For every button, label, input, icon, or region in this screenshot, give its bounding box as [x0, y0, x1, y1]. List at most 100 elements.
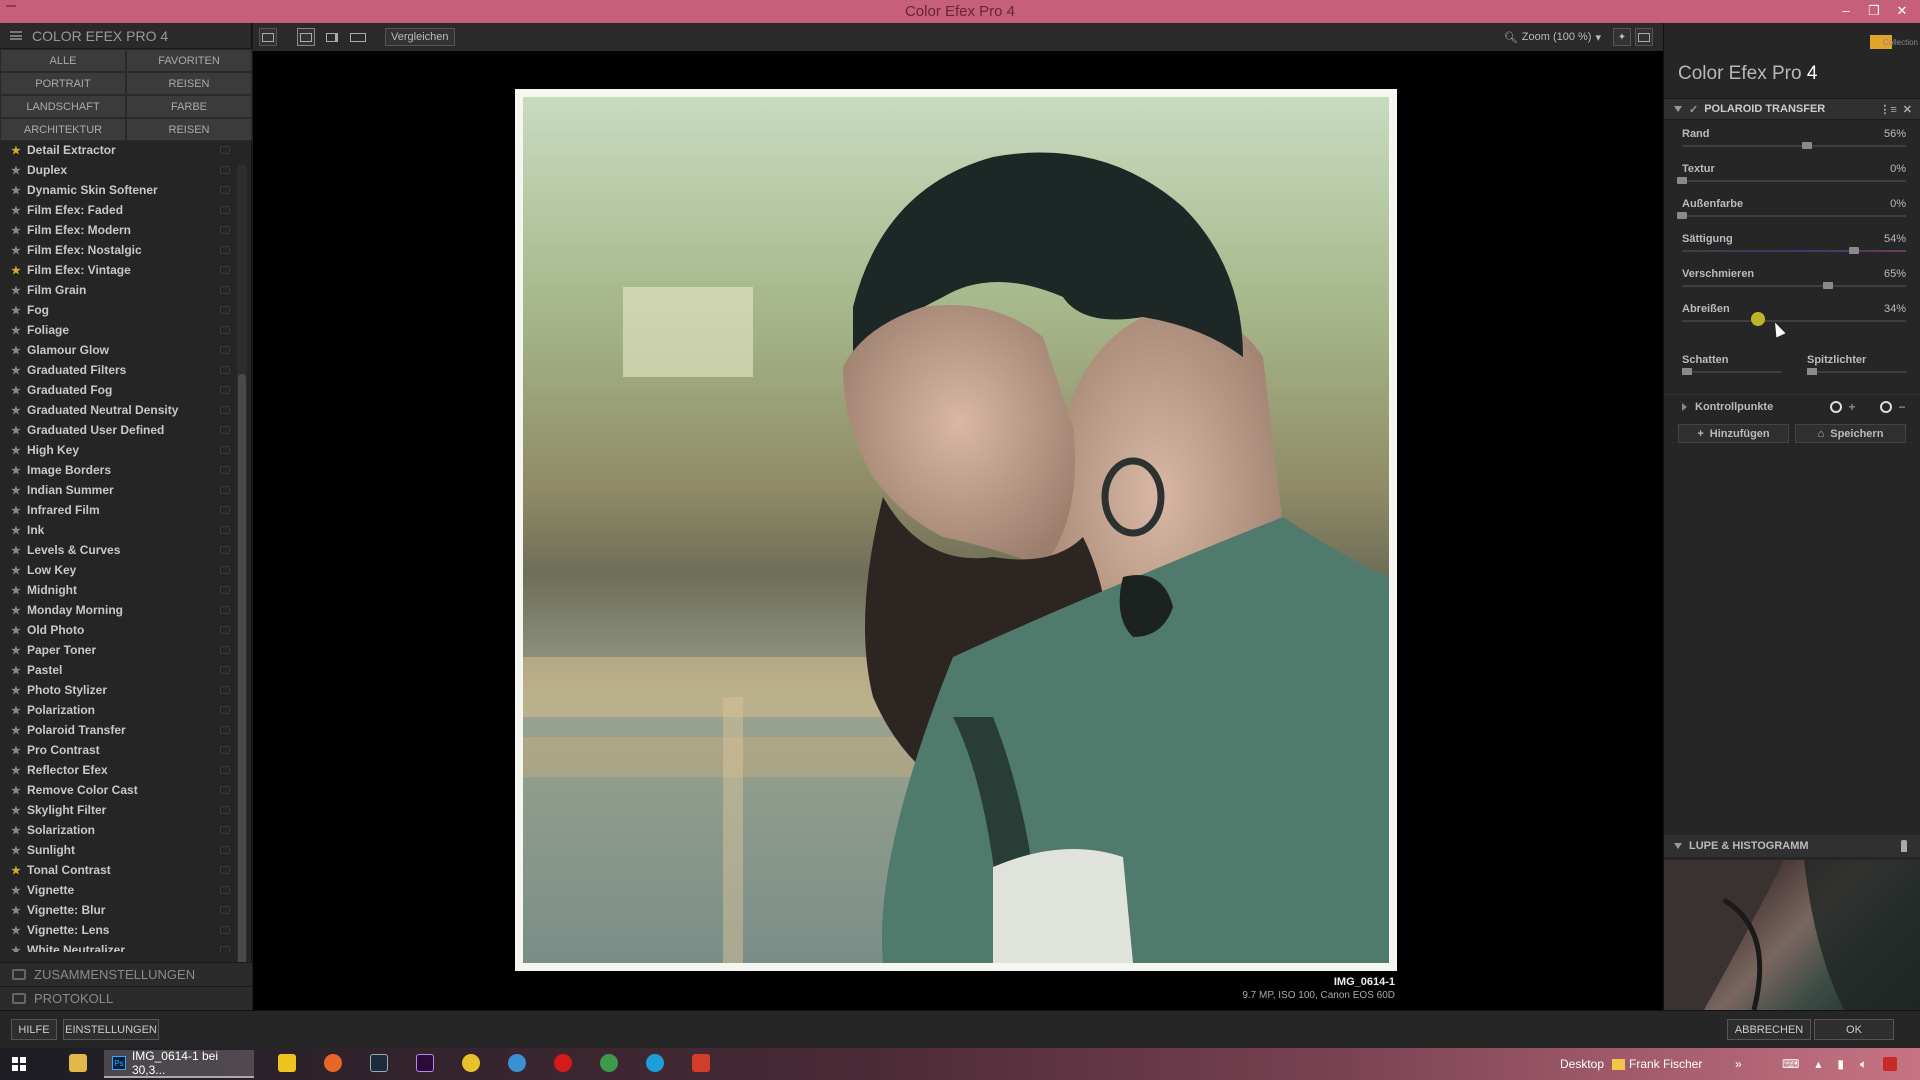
volume-icon[interactable]: 🔈︎ [1860, 1057, 1867, 1072]
star-icon[interactable]: ★ [11, 764, 23, 777]
star-icon[interactable]: ★ [11, 564, 23, 577]
menu-icon[interactable] [10, 31, 22, 40]
start-icon[interactable] [12, 1057, 26, 1071]
filter-item[interactable]: ★ High Key [0, 440, 236, 460]
minus-icon[interactable]: − [1896, 400, 1908, 414]
desktop-toolbar[interactable]: Desktop [1560, 1048, 1604, 1080]
slider-handle[interactable] [1677, 177, 1687, 184]
star-icon[interactable]: ★ [11, 684, 23, 697]
expand-icon[interactable] [1682, 402, 1687, 411]
filter-item[interactable]: ★ Midnight [0, 580, 236, 600]
category-tab[interactable]: FARBE [126, 95, 252, 118]
star-icon[interactable]: ★ [11, 284, 23, 297]
star-icon[interactable]: ★ [11, 844, 23, 857]
plus-icon[interactable]: + [1846, 400, 1858, 414]
preset-hint-icon[interactable] [220, 846, 230, 854]
file-explorer-icon[interactable] [69, 1054, 87, 1072]
star-icon[interactable]: ★ [11, 424, 23, 437]
preset-hint-icon[interactable] [220, 566, 230, 574]
background-toggle-button[interactable] [1635, 28, 1653, 46]
collapse-icon[interactable] [1674, 843, 1682, 849]
category-tab[interactable]: ALLE [0, 49, 126, 72]
filter-item[interactable]: ★ Indian Summer [0, 480, 236, 500]
star-icon[interactable]: ★ [11, 624, 23, 637]
filter-item[interactable]: ★ Tonal Contrast [0, 860, 236, 880]
settings-button[interactable]: EINSTELLUNGEN [63, 1019, 159, 1040]
preset-hint-icon[interactable] [220, 426, 230, 434]
lightroom-icon[interactable] [370, 1054, 388, 1072]
loupe-view[interactable] [1664, 860, 1920, 1010]
star-icon[interactable]: ★ [11, 604, 23, 617]
star-icon[interactable]: ★ [11, 484, 23, 497]
star-icon[interactable]: ★ [11, 144, 23, 157]
filter-item[interactable]: ★ Pro Contrast [0, 740, 236, 760]
taskbar-photoshop-task[interactable]: Ps IMG_0614-1 bei 30,3... [104, 1049, 254, 1078]
network-icon[interactable]: ▮ [1837, 1057, 1844, 1071]
star-icon[interactable]: ★ [11, 924, 23, 937]
category-tab[interactable]: FAVORITEN [126, 49, 252, 72]
toggle-panel-button[interactable] [259, 28, 277, 46]
filter-item[interactable]: ★ Sunlight [0, 840, 236, 860]
preset-hint-icon[interactable] [220, 206, 230, 214]
star-icon[interactable]: ★ [11, 904, 23, 917]
preset-hint-icon[interactable] [220, 266, 230, 274]
filter-item[interactable]: ★ Graduated Neutral Density [0, 400, 236, 420]
preset-hint-icon[interactable] [220, 686, 230, 694]
star-icon[interactable]: ★ [11, 744, 23, 757]
filter-item[interactable]: ★ Vignette [0, 880, 236, 900]
filter-item[interactable]: ★ Film Grain [0, 280, 236, 300]
category-tab[interactable]: PORTRAIT [0, 72, 126, 95]
star-icon[interactable]: ★ [11, 464, 23, 477]
close-icon[interactable]: ✕ [1888, 0, 1916, 22]
preset-hint-icon[interactable] [220, 906, 230, 914]
star-icon[interactable]: ★ [11, 584, 23, 597]
preset-hint-icon[interactable] [220, 706, 230, 714]
minimize-icon[interactable]: – [1832, 0, 1860, 22]
filter-item[interactable]: ★ Polarization [0, 700, 236, 720]
help-button[interactable]: HILFE [11, 1019, 57, 1040]
system-menu-icon[interactable] [6, 5, 16, 11]
preset-hint-icon[interactable] [220, 166, 230, 174]
app-icon-2[interactable] [462, 1054, 480, 1072]
side-by-side-button[interactable] [349, 28, 367, 46]
filter-item[interactable]: ★ Film Efex: Nostalgic [0, 240, 236, 260]
param-slider[interactable] [1677, 212, 1906, 219]
loupe-histogram-header[interactable]: LUPE & HISTOGRAMM [1664, 835, 1920, 857]
preset-hint-icon[interactable] [220, 806, 230, 814]
star-icon[interactable]: ★ [11, 664, 23, 677]
preset-hint-icon[interactable] [220, 506, 230, 514]
filter-item[interactable]: ★ Skylight Filter [0, 800, 236, 820]
star-icon[interactable]: ★ [11, 884, 23, 897]
filter-item[interactable]: ★ Remove Color Cast [0, 780, 236, 800]
preset-hint-icon[interactable] [220, 926, 230, 934]
filter-item[interactable]: ★ Vignette: Blur [0, 900, 236, 920]
history-section[interactable]: PROTOKOLL [0, 986, 252, 1010]
compare-button[interactable]: Vergleichen [385, 28, 455, 46]
slider-handle[interactable] [1751, 312, 1766, 326]
star-icon[interactable]: ★ [11, 324, 23, 337]
star-icon[interactable]: ★ [11, 404, 23, 417]
preview-image[interactable] [515, 89, 1397, 971]
star-icon[interactable]: ★ [11, 244, 23, 257]
star-icon[interactable]: ★ [11, 344, 23, 357]
preset-hint-icon[interactable] [220, 486, 230, 494]
highlights-slider[interactable] [1807, 368, 1907, 375]
single-view-button[interactable] [297, 28, 315, 46]
skype-icon[interactable] [646, 1054, 664, 1072]
highlights-handle[interactable] [1807, 368, 1817, 375]
filter-item[interactable]: ★ Film Efex: Modern [0, 220, 236, 240]
param-slider[interactable] [1682, 312, 1906, 326]
filter-item[interactable]: ★ Paper Toner [0, 640, 236, 660]
filter-item[interactable]: ★ Levels & Curves [0, 540, 236, 560]
star-icon[interactable]: ★ [11, 524, 23, 537]
keyboard-icon[interactable]: ⌨ [1782, 1057, 1799, 1071]
filter-item[interactable]: ★ Foliage [0, 320, 236, 340]
filter-list-scrollbar[interactable] [237, 164, 247, 984]
star-icon[interactable]: ★ [11, 784, 23, 797]
preset-hint-icon[interactable] [220, 826, 230, 834]
ok-button[interactable]: OK [1814, 1019, 1894, 1040]
star-icon[interactable]: ★ [11, 384, 23, 397]
star-icon[interactable]: ★ [11, 944, 23, 953]
premiere-icon[interactable] [416, 1054, 434, 1072]
remove-control-point-icon[interactable] [1880, 401, 1892, 413]
